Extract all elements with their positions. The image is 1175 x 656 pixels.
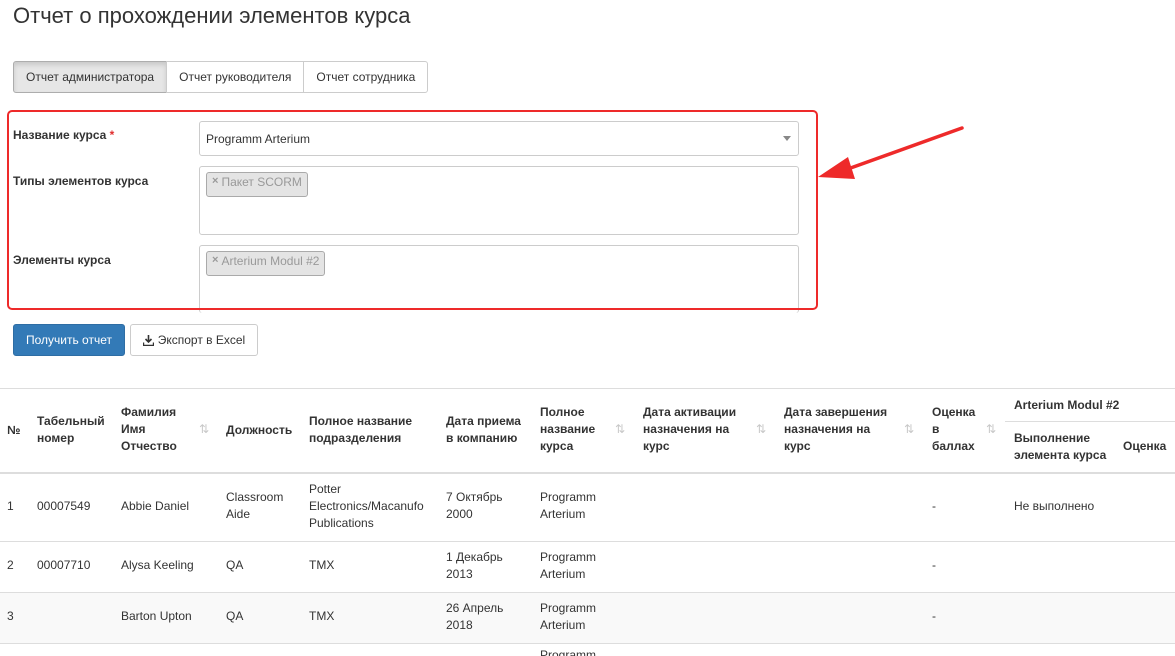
cell-hire-date: 1 Декабрь 2013 bbox=[446, 550, 503, 581]
cell-score: - bbox=[932, 499, 936, 513]
th-grade[interactable]: Оценка bbox=[1123, 438, 1166, 455]
row-divider bbox=[0, 592, 1175, 593]
cell-full-name: Abbie Daniel bbox=[121, 499, 190, 513]
cell-num: 1 bbox=[7, 499, 14, 513]
th-tab-number[interactable]: Табельный номер bbox=[37, 413, 105, 447]
table-top-border bbox=[0, 388, 1175, 389]
th-full-name[interactable]: Фамилия Имя Отчество bbox=[121, 404, 177, 455]
cell-position: Classroom Aide bbox=[226, 490, 284, 521]
cell-department: TMX bbox=[309, 609, 335, 623]
sort-icon[interactable]: ⇅ bbox=[199, 422, 209, 436]
cell-course-partial: Programm bbox=[540, 648, 597, 656]
header-bottom-border bbox=[0, 472, 1175, 474]
cell-hire-date: 26 Апрель 2018 bbox=[446, 601, 504, 632]
th-course[interactable]: Полное название курса bbox=[540, 404, 595, 455]
cell-element-completion: Не выполнено bbox=[1014, 499, 1095, 513]
cell-hire-date: 7 Октябрь 2000 bbox=[446, 490, 503, 521]
th-group-arterium-modul: Arterium Modul #2 bbox=[1014, 398, 1120, 412]
cell-department: Potter Electronics/Macanufo Publications bbox=[309, 482, 424, 530]
cell-full-name: Barton Upton bbox=[121, 609, 192, 623]
cell-tab-number: 00007710 bbox=[37, 558, 91, 572]
th-hire-date[interactable]: Дата приема в компанию bbox=[446, 413, 521, 447]
export-excel-label: Экспорт в Excel bbox=[157, 333, 246, 347]
red-arrow-icon bbox=[818, 126, 964, 179]
th-num[interactable]: № bbox=[7, 422, 20, 439]
cell-num: 2 bbox=[7, 558, 14, 572]
th-position[interactable]: Должность bbox=[226, 422, 292, 439]
cell-course: Programm Arterium bbox=[540, 490, 597, 521]
report-tabs: Отчет администратора Отчет руководителя … bbox=[13, 61, 429, 93]
row-divider bbox=[0, 643, 1175, 644]
sort-icon[interactable]: ⇅ bbox=[986, 422, 996, 436]
group-divider bbox=[1005, 421, 1175, 422]
tab-employee-report[interactable]: Отчет сотрудника bbox=[303, 61, 429, 93]
th-element-completion[interactable]: Выполнение элемента курса bbox=[1014, 430, 1106, 464]
cell-position: QA bbox=[226, 609, 244, 623]
cell-score: - bbox=[932, 558, 936, 572]
tab-manager-report[interactable]: Отчет руководителя bbox=[166, 61, 305, 93]
cell-tab-number: 00007549 bbox=[37, 499, 91, 513]
download-icon bbox=[142, 334, 154, 346]
tab-admin-report[interactable]: Отчет администратора bbox=[13, 61, 168, 93]
th-activation-date[interactable]: Дата активации назначения на курс bbox=[643, 404, 736, 455]
cell-full-name: Alysa Keeling bbox=[121, 558, 194, 572]
cell-department: TMX bbox=[309, 558, 335, 572]
th-department[interactable]: Полное название подразделения bbox=[309, 413, 412, 447]
cell-course: Programm Arterium bbox=[540, 601, 597, 632]
page-title: Отчет о прохождении элементов курса bbox=[13, 3, 411, 28]
sort-icon[interactable]: ⇅ bbox=[904, 422, 914, 436]
export-excel-button[interactable]: Экспорт в Excel bbox=[130, 324, 258, 356]
get-report-button[interactable]: Получить отчет bbox=[13, 324, 125, 356]
cell-score: - bbox=[932, 609, 936, 623]
cell-course: Programm Arterium bbox=[540, 550, 597, 581]
cell-position: QA bbox=[226, 558, 244, 572]
row-divider bbox=[0, 541, 1175, 542]
th-score[interactable]: Оценка в баллах bbox=[932, 404, 975, 455]
th-completion-date[interactable]: Дата завершения назначения на курс bbox=[784, 404, 887, 455]
highlight-frame bbox=[7, 110, 818, 310]
cell-num: 3 bbox=[7, 609, 14, 623]
sort-icon[interactable]: ⇅ bbox=[615, 422, 625, 436]
sort-icon[interactable]: ⇅ bbox=[756, 422, 766, 436]
